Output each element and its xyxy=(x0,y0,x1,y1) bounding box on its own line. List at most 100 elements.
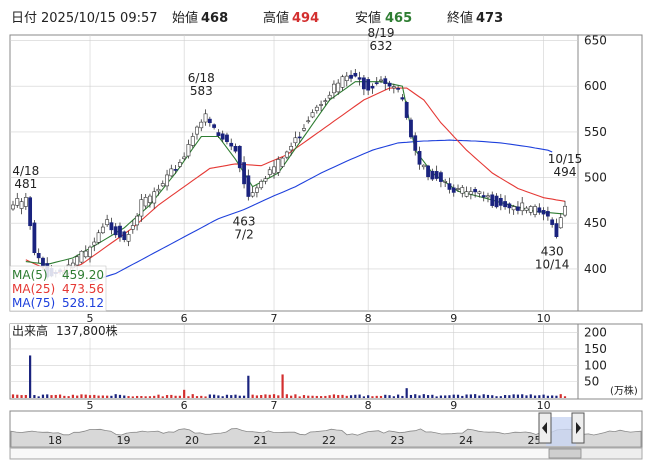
volume-bar xyxy=(178,395,181,398)
price-tick-label: 400 xyxy=(584,262,607,276)
volume-bar xyxy=(563,396,567,398)
volume-bar xyxy=(217,395,220,398)
volume-bar xyxy=(268,394,271,398)
candle xyxy=(79,250,84,264)
navigator-left-handle[interactable] xyxy=(538,412,552,444)
volume-bar xyxy=(191,394,194,398)
annotation-date: 4/18 xyxy=(12,164,39,178)
volume-bar xyxy=(110,395,113,398)
candle-body xyxy=(545,211,550,217)
candle-body xyxy=(19,201,24,209)
candle-body xyxy=(443,181,448,183)
candle-body xyxy=(135,215,139,226)
candle-body xyxy=(533,206,537,215)
annotation-date: 10/15 xyxy=(548,152,583,166)
candle-body xyxy=(327,94,332,99)
candle-body xyxy=(41,257,45,267)
candle-body xyxy=(79,250,84,263)
candle-body xyxy=(139,199,144,217)
candle-body xyxy=(109,222,114,231)
candle-body xyxy=(439,172,443,182)
volume-bar xyxy=(401,395,404,398)
candle-body xyxy=(255,187,259,193)
volume-bar xyxy=(131,396,134,398)
volume-tick-label: 200 xyxy=(584,326,607,340)
volume-bar xyxy=(495,396,498,398)
candle-body xyxy=(237,145,242,169)
volume-month-label: 6 xyxy=(181,399,188,412)
scrollbar-thumb[interactable] xyxy=(548,448,582,459)
annotation: 4/18481 xyxy=(12,164,39,191)
candle-body xyxy=(242,162,246,185)
candle-body xyxy=(160,183,165,187)
volume-tick-label: 150 xyxy=(584,342,607,356)
candle-body xyxy=(207,118,212,124)
volume-bar xyxy=(414,394,417,398)
volume-bar xyxy=(546,395,549,398)
annotation: 6/18583 xyxy=(188,71,215,98)
navigator-year-label: 23 xyxy=(391,434,405,447)
volume-bar xyxy=(555,395,558,398)
candle-body xyxy=(413,135,418,151)
candle-body xyxy=(349,74,353,79)
candle-body xyxy=(494,195,499,208)
header-high-label: 高値 xyxy=(263,10,289,26)
candle-body xyxy=(36,253,41,259)
candle-body xyxy=(477,191,482,194)
candle-body xyxy=(550,219,555,225)
volume-bar xyxy=(41,394,45,398)
candle-body xyxy=(259,181,264,189)
scrollbar[interactable] xyxy=(9,447,643,460)
candle-body xyxy=(507,203,512,209)
price-tick-label: 450 xyxy=(584,216,607,230)
candle xyxy=(237,145,242,173)
annotation-value: 583 xyxy=(190,84,213,98)
candle-body xyxy=(11,204,15,210)
volume-bar xyxy=(127,396,130,398)
annotation-date: 6/18 xyxy=(188,71,215,85)
ma25-legend-name: MA(25) xyxy=(12,282,55,296)
candle-body xyxy=(473,189,478,193)
volume-bar xyxy=(375,395,378,398)
candle-body xyxy=(195,126,199,135)
candle-body xyxy=(169,168,174,177)
volume-bar xyxy=(63,395,66,398)
volume-bar xyxy=(93,394,96,398)
volume-bar xyxy=(54,394,57,398)
candle-body xyxy=(426,165,430,178)
volume-bar xyxy=(461,395,464,398)
volume-bar xyxy=(46,394,49,398)
candle-body xyxy=(165,174,169,187)
ma75-legend-name: MA(75) xyxy=(12,296,55,310)
volume-bar xyxy=(362,396,365,398)
ma5-legend-value: 459.20 xyxy=(62,268,104,282)
candle-body xyxy=(302,128,306,131)
candle-body xyxy=(297,136,302,139)
range-navigator[interactable]: 18 19 20 21 22 23 24 25 xyxy=(9,410,643,449)
volume-month-label: 9 xyxy=(450,399,457,412)
volume-bar xyxy=(101,395,104,398)
ma5-legend-name: MA(5) xyxy=(12,268,48,282)
volume-bar xyxy=(503,395,507,398)
volume-bar xyxy=(50,395,53,398)
candle-body xyxy=(272,166,276,174)
volume-bar xyxy=(512,394,515,398)
volume-bar xyxy=(165,395,169,398)
volume-bar xyxy=(397,394,400,398)
header-date-value: 2025/10/15 09:57 xyxy=(41,11,158,26)
price-month-label: 6 xyxy=(181,312,188,325)
candle-body xyxy=(113,226,118,236)
volume-bar xyxy=(208,394,211,398)
candle-body xyxy=(233,145,238,152)
candle-body xyxy=(152,191,157,204)
candle-body xyxy=(32,222,37,254)
volume-bar xyxy=(58,394,62,398)
navigator-right-handle[interactable] xyxy=(571,412,585,444)
candle-body xyxy=(524,207,529,211)
candle-body xyxy=(225,134,229,142)
navigator-year-label: 20 xyxy=(185,434,199,447)
candle-body xyxy=(173,169,178,171)
volume-bar xyxy=(16,394,19,398)
volume-bar xyxy=(123,395,126,398)
candle xyxy=(32,220,37,256)
